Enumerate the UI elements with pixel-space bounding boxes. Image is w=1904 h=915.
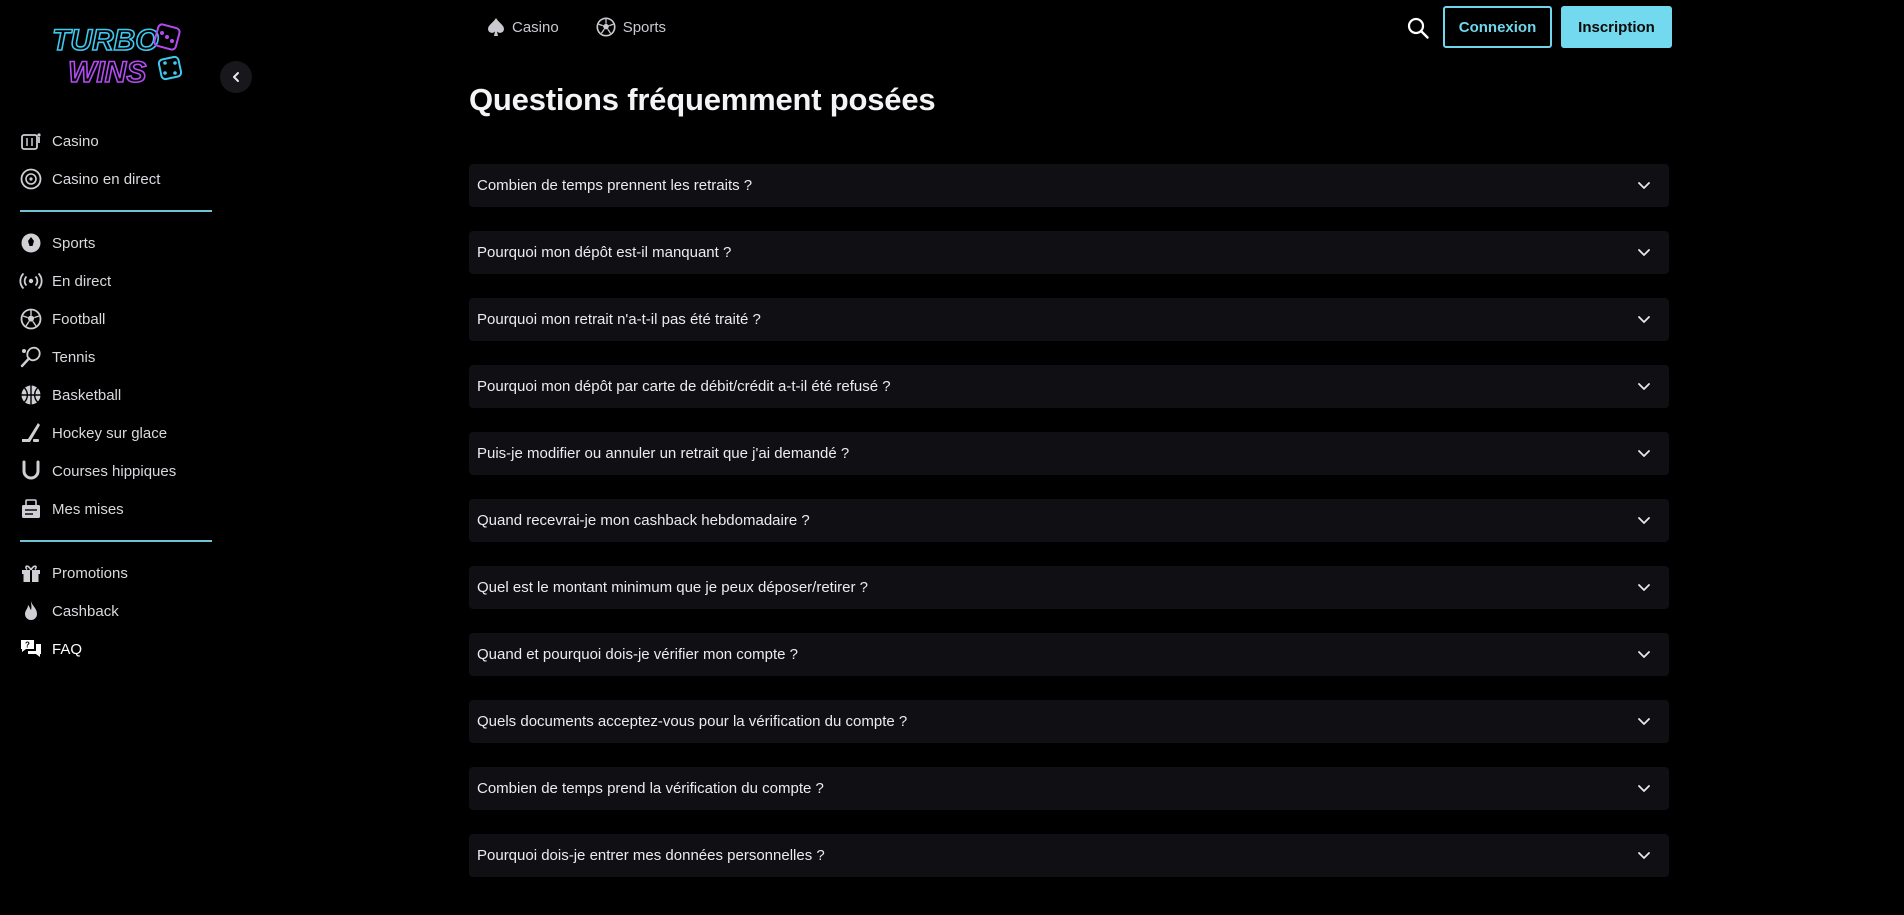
sidebar: TURBO WINS Casino Casino en direct Sport… [0,0,252,915]
sidebar-group-promos: Promotions Cashback ? FAQ [18,554,214,668]
sidebar-item-casino[interactable]: Casino [18,122,214,160]
search-button[interactable] [1404,14,1432,42]
chevron-down-icon [1637,514,1651,528]
faq-item[interactable]: Pourquoi mon retrait n'a-t-il pas été tr… [469,298,1669,341]
faq-item[interactable]: Combien de temps prennent les retraits ? [469,164,1669,207]
soccer-ball-icon [596,17,616,37]
faq-question: Quel est le montant minimum que je peux … [477,579,869,596]
sidebar-item-en-direct[interactable]: En direct [18,262,214,300]
sidebar-item-label: Casino en direct [52,170,161,188]
faq-question: Combien de temps prend la vérification d… [477,780,824,797]
sidebar-item-label: Sports [52,234,96,252]
faq-question: Quand recevrai-je mon cashback hebdomada… [477,512,810,529]
faq-item[interactable]: Pourquoi dois-je entrer mes données pers… [469,834,1669,877]
chevron-down-icon [1637,782,1651,796]
faq-question: Pourquoi mon dépôt par carte de débit/cr… [477,378,891,395]
faq-item[interactable]: Quels documents acceptez-vous pour la vé… [469,700,1669,743]
basketball-icon [18,382,44,408]
sidebar-item-cashback[interactable]: Cashback [18,592,214,630]
sports-icon [18,230,44,256]
faq-item[interactable]: Quand et pourquoi dois-je vérifier mon c… [469,633,1669,676]
sidebar-item-label: FAQ [52,640,83,658]
sidebar-item-label: Promotions [52,564,128,582]
sidebar-item-label: Courses hippiques [52,462,177,480]
login-button[interactable]: Connexion [1443,6,1552,48]
sidebar-item-hockey-sur-glace[interactable]: Hockey sur glace [18,414,214,452]
page-title: Questions fréquemment posées [469,82,936,117]
sidebar-group-sports: Sports En direct Football Tennis Basketb… [18,224,214,528]
faq-item[interactable]: Pourquoi mon dépôt par carte de débit/cr… [469,365,1669,408]
live-broadcast-icon [18,268,44,294]
soccer-ball-icon [18,306,44,332]
sidebar-item-label: En direct [52,272,112,290]
top-navigation: Casino Sports [486,10,702,44]
logo-text-turbo: TURBO [52,24,159,57]
svg-text:?: ? [25,641,30,650]
spade-icon [488,18,504,36]
chevron-down-icon [1637,313,1651,327]
chevron-down-icon [1637,648,1651,662]
faq-item[interactable]: Pourquoi mon dépôt est-il manquant ? [469,231,1669,274]
faq-question: Pourquoi dois-je entrer mes données pers… [477,847,825,864]
sidebar-divider [20,540,212,542]
faq-question: Pourquoi mon retrait n'a-t-il pas été tr… [477,311,761,328]
sidebar-divider [20,210,212,212]
chevron-down-icon [1637,581,1651,595]
chevron-left-icon [233,72,239,82]
sidebar-group-casino: Casino Casino en direct [18,122,214,198]
chevron-down-icon [1637,715,1651,729]
hockey-stick-icon [18,420,44,446]
topnav-casino-link[interactable]: Casino [486,17,559,37]
faq-question: Pourquoi mon dépôt est-il manquant ? [477,244,732,261]
sidebar-item-label: Football [52,310,106,328]
faq-question: Puis-je modifier ou annuler un retrait q… [477,445,850,462]
faq-list: Combien de temps prennent les retraits ?… [469,164,1669,901]
faq-item[interactable]: Quand recevrai-je mon cashback hebdomada… [469,499,1669,542]
sidebar-item-label: Basketball [52,386,122,404]
sidebar-item-label: Cashback [52,602,119,620]
chevron-down-icon [1637,380,1651,394]
sidebar-item-label: Casino [52,132,99,150]
sidebar-item-faq[interactable]: ? FAQ [18,630,214,668]
chevron-down-icon [1637,447,1651,461]
faq-chat-icon: ? [18,636,44,662]
chevron-down-icon [1637,179,1651,193]
logo-text-wins: WINS [68,56,146,89]
roulette-icon [18,166,44,192]
signup-button[interactable]: Inscription [1561,6,1672,48]
horseshoe-icon [18,458,44,484]
faq-question: Quand et pourquoi dois-je vérifier mon c… [477,646,799,663]
search-icon [1407,17,1429,39]
faq-question: Quels documents acceptez-vous pour la vé… [477,713,908,730]
topnav-sports-link[interactable]: Sports [595,16,666,38]
chevron-down-icon [1637,849,1651,863]
sidebar-item-label: Mes mises [52,500,124,518]
faq-question: Combien de temps prennent les retraits ? [477,177,753,194]
topnav-sports-label: Sports [622,18,667,36]
faq-item[interactable]: Quel est le montant minimum que je peux … [469,566,1669,609]
sidebar-item-tennis[interactable]: Tennis [18,338,214,376]
sidebar-item-sports[interactable]: Sports [18,224,214,262]
sidebar-item-courses-hippiques[interactable]: Courses hippiques [18,452,214,490]
faq-item[interactable]: Puis-je modifier ou annuler un retrait q… [469,432,1669,475]
sidebar-item-basketball[interactable]: Basketball [18,376,214,414]
sidebar-collapse-button[interactable] [220,61,252,93]
flame-icon [18,598,44,624]
sidebar-item-casino-en-direct[interactable]: Casino en direct [18,160,214,198]
bet-slip-icon [18,496,44,522]
faq-item[interactable]: Combien de temps prend la vérification d… [469,767,1669,810]
sidebar-item-label: Tennis [52,348,96,366]
sidebar-item-promotions[interactable]: Promotions [18,554,214,592]
turbo-wins-logo[interactable]: TURBO WINS [48,18,186,94]
tennis-racket-icon [18,344,44,370]
gift-icon [18,560,44,586]
sidebar-item-mes-mises[interactable]: Mes mises [18,490,214,528]
sidebar-item-label: Hockey sur glace [52,424,168,442]
sidebar-item-football[interactable]: Football [18,300,214,338]
chevron-down-icon [1637,246,1651,260]
topnav-casino-label: Casino [512,18,559,36]
slot-machine-icon [18,128,44,154]
